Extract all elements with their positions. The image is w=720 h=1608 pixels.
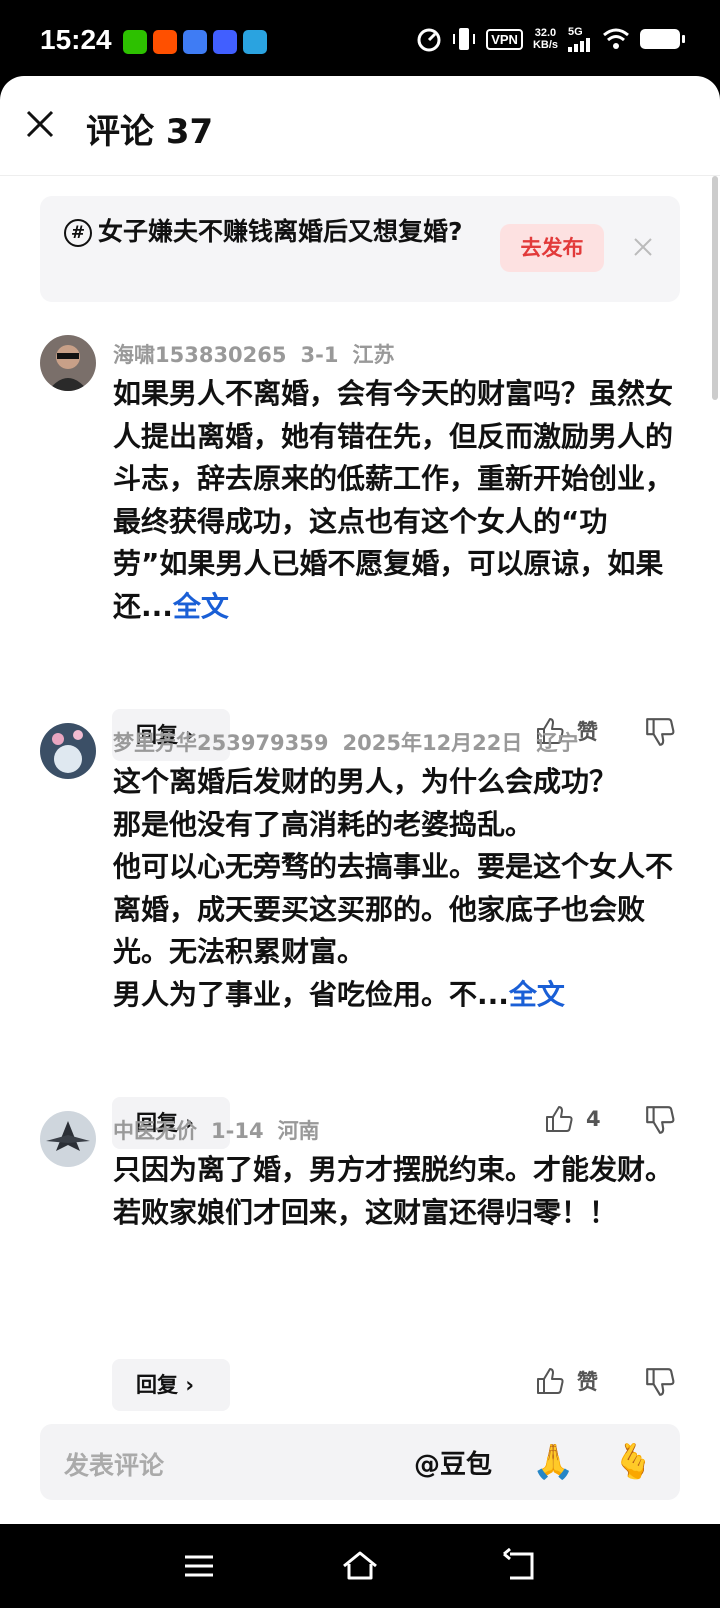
network-speed: 32.0 KB/s bbox=[532, 27, 558, 51]
status-bar: 15:24 VPN 32.0 KB/s 5G bbox=[0, 0, 720, 80]
comment-location: 河南 bbox=[277, 1119, 320, 1143]
comment-item: 梦里芳华253979359 2025年12月22日 辽宁 这个离婚后发财的男人，为什… bbox=[0, 723, 720, 1149]
vivo-icon bbox=[213, 30, 237, 54]
comment-meta: 海啸153830265 3-1 江苏 bbox=[113, 339, 408, 369]
signal-icon: 5G bbox=[568, 26, 592, 52]
thumbs-down-icon[interactable] bbox=[644, 1366, 676, 1398]
vibrate-icon bbox=[453, 28, 476, 50]
comment-text: 如果男人不离婚，会有今天的财富吗？虽然女人提出离婚，她有错在先，但反而激励男人的… bbox=[113, 377, 674, 623]
back-icon[interactable] bbox=[502, 1548, 538, 1584]
comment-location: 江苏 bbox=[352, 343, 395, 367]
publish-button[interactable]: 去发布 bbox=[500, 224, 604, 272]
wifi-icon bbox=[603, 28, 629, 49]
sheet-header: 评论 37 bbox=[0, 76, 720, 176]
topic-text-block[interactable]: # 女子嫌夫不赚钱离婚后又想复婚? bbox=[64, 214, 474, 250]
expand-link[interactable]: 全文 bbox=[509, 978, 565, 1011]
wechat-icon bbox=[123, 30, 147, 54]
status-indicators: VPN 32.0 KB/s 5G bbox=[416, 26, 685, 52]
system-nav-bar bbox=[0, 1524, 720, 1608]
comment-input-bar[interactable]: 发表评论 @豆包 🙏 🫰 bbox=[40, 1424, 680, 1500]
comment-user[interactable]: 中医无价 bbox=[113, 1119, 197, 1143]
chevron-right-icon: › bbox=[185, 1373, 194, 1397]
comment-text: 只因为离了婚，男方才摆脱约束。才能发财。若败家娘们才回来，这财富还得归零！！ bbox=[113, 1153, 674, 1229]
reply-button[interactable]: 回复 › bbox=[112, 1359, 230, 1411]
speed-gauge-icon bbox=[417, 28, 441, 52]
comment-user[interactable]: 海啸153830265 bbox=[113, 343, 287, 367]
comment-user[interactable]: 梦里芳华253979359 bbox=[113, 731, 329, 755]
status-app-icons bbox=[123, 30, 267, 54]
comments-sheet: 评论 37 # 女子嫌夫不赚钱离婚后又想复婚? 去发布 海啸153830265 3-… bbox=[0, 76, 720, 1524]
expand-link[interactable]: 全文 bbox=[173, 590, 229, 623]
topic-text: 女子嫌夫不赚钱离婚后又想复婚? bbox=[98, 217, 463, 246]
comment-location: 辽宁 bbox=[536, 731, 579, 755]
avatar[interactable] bbox=[40, 335, 96, 391]
avatar[interactable] bbox=[40, 1111, 96, 1167]
thumbs-up-icon bbox=[537, 1368, 564, 1394]
home-icon[interactable] bbox=[340, 1548, 380, 1584]
comment-item: 中医无价 1-14 河南 只因为离了婚，男方才摆脱约束。才能发财。若败家娘们才回来，… bbox=[0, 1111, 720, 1411]
page-title: 评论 37 bbox=[86, 112, 214, 152]
comment-item: 海啸153830265 3-1 江苏 如果男人不离婚，会有今天的财富吗？虽然女人提出… bbox=[0, 335, 720, 761]
menu-icon[interactable] bbox=[181, 1548, 217, 1584]
comment-meta: 梦里芳华253979359 2025年12月22日 辽宁 bbox=[113, 727, 592, 757]
comment-date: 2025年12月22日 bbox=[342, 731, 523, 755]
like-button[interactable]: 赞 bbox=[535, 1366, 598, 1396]
comment-meta: 中医无价 1-14 河南 bbox=[113, 1115, 334, 1145]
telegram-icon bbox=[243, 30, 267, 54]
avatar[interactable] bbox=[40, 723, 96, 779]
blue-app-icon bbox=[183, 30, 207, 54]
status-time: 15:24 bbox=[40, 24, 112, 55]
taobao-icon bbox=[153, 30, 177, 54]
vpn-badge: VPN bbox=[486, 28, 523, 50]
battery-icon bbox=[640, 29, 685, 49]
comment-input-placeholder[interactable]: 发表评论 bbox=[64, 1446, 164, 1482]
hashtag-icon: # bbox=[64, 219, 92, 247]
pray-emoji-button[interactable]: 🙏 bbox=[532, 1442, 574, 1482]
close-icon[interactable] bbox=[22, 106, 58, 142]
mention-doubao-button[interactable]: @豆包 bbox=[414, 1444, 492, 1481]
comment-date: 1-14 bbox=[211, 1119, 264, 1143]
finger-heart-emoji-button[interactable]: 🫰 bbox=[612, 1442, 654, 1482]
comment-text: 这个离婚后发财的男人，为什么会成功？ 那是他没有了高消耗的老婆捣乱。 他可以心无… bbox=[113, 765, 674, 1011]
comment-date: 3-1 bbox=[300, 343, 339, 367]
topic-banner: # 女子嫌夫不赚钱离婚后又想复婚? 去发布 bbox=[40, 196, 680, 302]
dismiss-topic-icon[interactable] bbox=[632, 236, 654, 258]
